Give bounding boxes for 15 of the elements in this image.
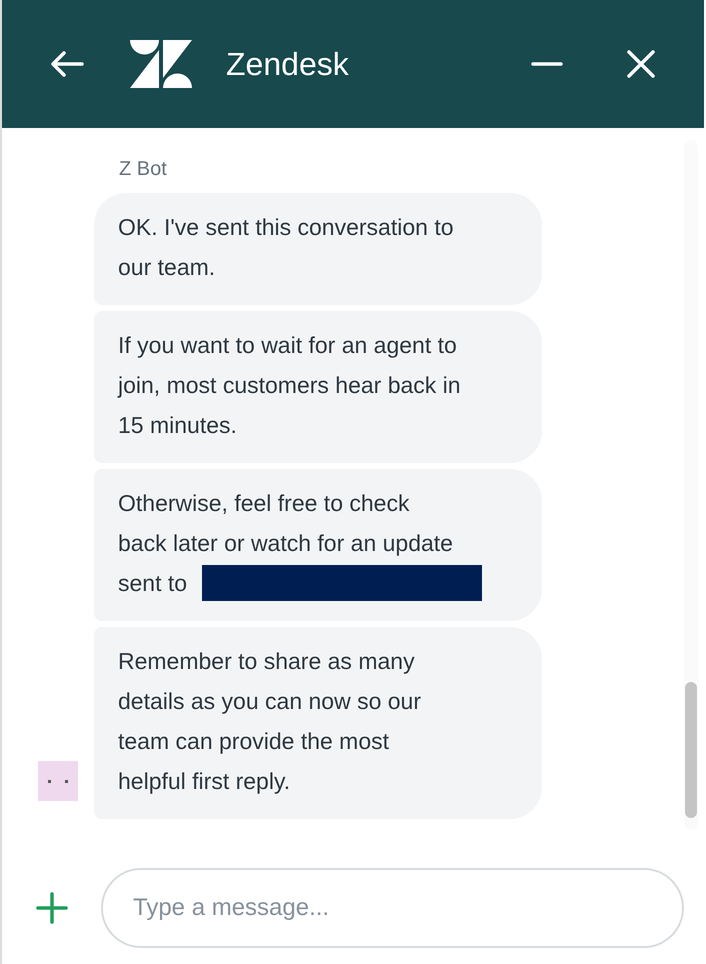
minimize-icon[interactable] — [530, 61, 564, 67]
message-text: Otherwise, feel free to check back later or watch for an update sent to — [118, 489, 454, 598]
plus-icon[interactable] — [36, 892, 68, 924]
scrollbar-thumb[interactable] — [685, 682, 697, 818]
header-title: Zendesk — [226, 46, 349, 82]
logo-icon — [130, 40, 192, 88]
message-text: Remember to share as many details as you can now so our team can provide the most helpful first reply. — [118, 647, 422, 796]
close-icon[interactable] — [626, 49, 656, 79]
sender-name: Z Bot — [119, 158, 168, 181]
scrollbar[interactable] — [684, 140, 698, 830]
back-arrow-icon[interactable] — [50, 50, 84, 78]
message-text: If you want to wait for an agent to join, most customers hear back in 15 minutes. — [118, 331, 462, 440]
message-text: OK. I've sent this conversation to our team. — [118, 213, 454, 282]
avatar-icon — [38, 761, 78, 801]
message-input[interactable]: Type a message... — [101, 868, 684, 948]
